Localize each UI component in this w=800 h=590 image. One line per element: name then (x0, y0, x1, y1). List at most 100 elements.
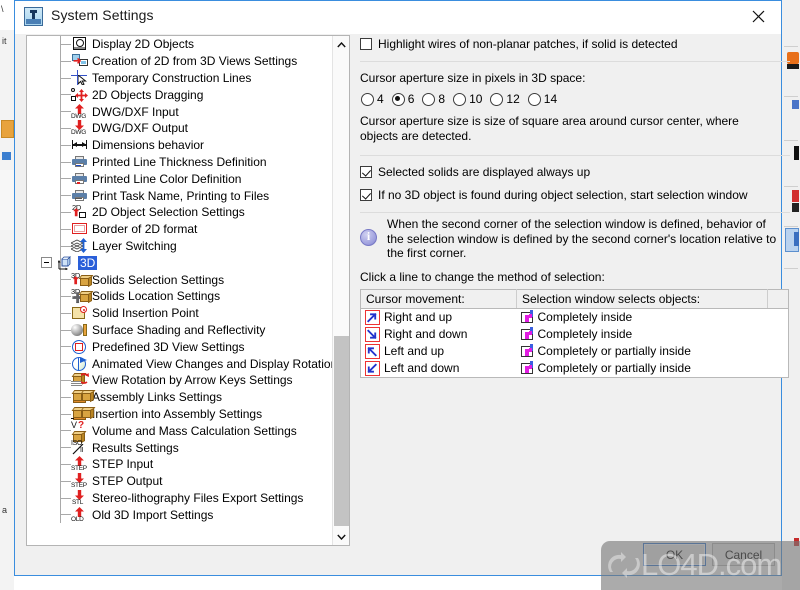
aperture-option-4[interactable]: 4 (360, 92, 384, 106)
tree-item-2d-object-selection-settings[interactable]: 2D ⬆ 2D Object Selection Settings (27, 204, 332, 221)
tree-connector (60, 279, 71, 281)
assembly-links-icon (71, 389, 96, 405)
tree-item-dwg-dxf-input[interactable]: DWG DWG/DXF Input (27, 103, 332, 120)
table-row[interactable]: Left and down Completely or partially ins… (361, 360, 789, 378)
tree-connector (60, 346, 71, 348)
tree-item-label: Layer Switching (92, 238, 177, 253)
aperture-option-label: 12 (506, 92, 520, 106)
settings-tree[interactable]: Display 2D Objects ➜ Creation of 2D from 3… (26, 35, 350, 546)
radio-button (361, 92, 374, 106)
aperture-option-14[interactable]: 14 (527, 92, 557, 106)
scroll-up-icon[interactable] (333, 36, 349, 53)
highlight-wires-checkbox[interactable]: Highlight wires of non-planar patches, i… (360, 37, 790, 51)
aperture-option-10[interactable]: 10 (452, 92, 482, 106)
tree-item-display-2d-objects[interactable]: Display 2D Objects (27, 36, 332, 53)
tree-item-layer-switching[interactable]: Layer Switching (27, 237, 332, 255)
table-row[interactable]: Right and up Completely inside (361, 308, 789, 326)
tree-item-printed-line-thickness-definition[interactable]: Printed Line Thickness Definition (27, 154, 332, 171)
aperture-option-label: 10 (469, 92, 483, 106)
table-row[interactable]: Right and down Completely inside (361, 326, 789, 343)
ok-button[interactable]: OK (643, 543, 706, 566)
solids-selection-icon: 3D ⬆ (71, 271, 94, 288)
3d-group-icon (57, 255, 75, 271)
tree-connector (60, 178, 71, 180)
tree-connector (60, 413, 71, 415)
tree-item-label: Insertion into Assembly Settings (92, 406, 263, 421)
table-row[interactable]: Left and up Completely or partially insid… (361, 343, 789, 360)
tree-item-3d[interactable]: 3D (27, 254, 332, 271)
scrollbar-thumb[interactable] (334, 336, 349, 526)
tree-item-stereo-lithography-files-export-settings[interactable]: STL Stereo-lithography Files Export Setti… (27, 489, 332, 507)
selection-window-icon (520, 327, 536, 341)
close-icon[interactable] (736, 1, 781, 32)
layer-switching-icon (71, 237, 89, 254)
tree-item-results-settings[interactable]: ISO II Results Settings (27, 439, 332, 456)
selection-window-icon (520, 310, 536, 324)
tree-item-label: Printed Line Color Definition (92, 171, 242, 186)
tree-item-view-rotation-by-arrow-keys-settings[interactable]: View Rotation by Arrow Keys Settings (27, 372, 332, 389)
col-cursor-movement: Cursor movement: (360, 289, 517, 309)
animated-view-icon (71, 356, 89, 372)
tree-item-solid-insertion-point[interactable]: Solid Insertion Point (27, 305, 332, 322)
cursor-movement-label: Left and up (384, 344, 445, 358)
tree-item-dimensions-behavior[interactable]: Dimensions behavior (27, 137, 332, 154)
cursor-movement-cell: Right and up (361, 308, 517, 326)
tree-item-2d-objects-dragging[interactable]: 2D Objects Dragging (27, 86, 332, 103)
tree-item-printed-line-color-definition[interactable]: Printed Line Color Definition (27, 170, 332, 187)
tree-item-label: STEP Input (92, 457, 154, 472)
tree-connector (60, 245, 71, 247)
tree-item-dwg-dxf-output[interactable]: DWG DWG/DXF Output (27, 120, 332, 137)
tree-item-creation-of-2d-from-3d-views-settings[interactable]: ➜ Creation of 2D from 3D Views Settings (27, 53, 332, 70)
start-selection-window-checkbox[interactable]: If no 3D object is found during object s… (360, 188, 790, 202)
dimensions-behavior-icon (71, 137, 89, 153)
tree-item-temporary-construction-lines[interactable]: Temporary Construction Lines (27, 69, 332, 87)
aperture-option-12[interactable]: 12 (489, 92, 520, 106)
selected-solids-up-checkbox[interactable]: Selected solids are displayed always up (360, 165, 790, 179)
aperture-help-text: Cursor aperture size is size of square a… (360, 114, 739, 143)
selection-result-label: Completely or partially inside (537, 361, 691, 375)
display-2d-objects-icon (71, 36, 89, 52)
tree-connector (60, 94, 71, 96)
tree-connector (60, 514, 71, 516)
tree-item-solids-selection-settings[interactable]: 3D ⬆ Solids Selection Settings (27, 271, 332, 288)
cancel-button[interactable]: Cancel (712, 543, 775, 566)
tree-item-label: Volume and Mass Calculation Settings (92, 423, 297, 438)
tree-item-label: Old 3D Import Settings (92, 507, 214, 522)
tree-connector (60, 396, 71, 398)
selection-method-table[interactable]: Cursor movement: Selection window select… (360, 288, 789, 378)
aperture-radio-group[interactable]: 4 6 8 10 12 14 (360, 92, 790, 106)
tree-item-animated-view-changes-and-display-rotation[interactable]: Animated View Changes and Display Rotati… (27, 355, 332, 372)
tree-item-solids-location-settings[interactable]: 3D ➕ Solids Location Settings (27, 288, 332, 305)
tree-item-print-task-name-printing-to-files[interactable]: Print Task Name, Printing to Files (27, 187, 332, 204)
selection-result-cell: Completely or partially inside (517, 360, 768, 378)
cursor-movement-label: Right and up (384, 310, 453, 324)
tree-item-predefined-3d-view-settings[interactable]: Predefined 3D View Settings (27, 338, 332, 355)
aperture-option-8[interactable]: 8 (421, 92, 445, 106)
tree-item-step-input[interactable]: STEP STEP Input (27, 456, 332, 473)
printer-color-icon (71, 171, 89, 187)
tree-item-label: Results Settings (92, 440, 179, 455)
tree-item-label: Display 2D Objects (92, 37, 195, 52)
tree-item-assembly-links-settings[interactable]: Assembly Links Settings (27, 389, 332, 406)
tree-collapse-icon[interactable] (41, 257, 52, 269)
start-selection-window-label: If no 3D object is found during object s… (378, 188, 748, 202)
tree-item-label: Solids Selection Settings (92, 272, 225, 287)
cursor-movement-cell: Left and up (361, 343, 517, 360)
radio-button (422, 92, 436, 106)
tree-connector (60, 295, 71, 297)
predefined-3d-view-icon (71, 339, 89, 355)
creation-2d-from-3d-icon: ➜ (71, 53, 89, 69)
tree-item-border-of-2d-format[interactable]: Border of 2D format (27, 221, 332, 238)
tree-item-surface-shading-and-reflectivity[interactable]: Surface Shading and Reflectivity (27, 322, 332, 339)
tree-rows: Display 2D Objects ➜ Creation of 2D from 3… (27, 36, 332, 523)
cursor-movement-cell: Left and down (361, 360, 517, 378)
tree-item-label: Assembly Links Settings (92, 390, 223, 405)
aperture-heading: Cursor aperture size in pixels in 3D spa… (360, 71, 586, 85)
tree-item-label: Border of 2D format (92, 222, 198, 237)
tree-item-step-output[interactable]: STEP STEP Output (27, 473, 332, 490)
aperture-option-6[interactable]: 6 (391, 92, 414, 106)
tree-item-volume-and-mass-calculation-settings[interactable]: V? Volume and Mass Calculation Settings (27, 420, 332, 443)
tree-item-old-3d-import-settings[interactable]: OLD Old 3D Import Settings (27, 506, 332, 523)
tree-scrollbar[interactable] (332, 36, 349, 545)
selected-solids-up-label: Selected solids are displayed always up (378, 165, 591, 179)
